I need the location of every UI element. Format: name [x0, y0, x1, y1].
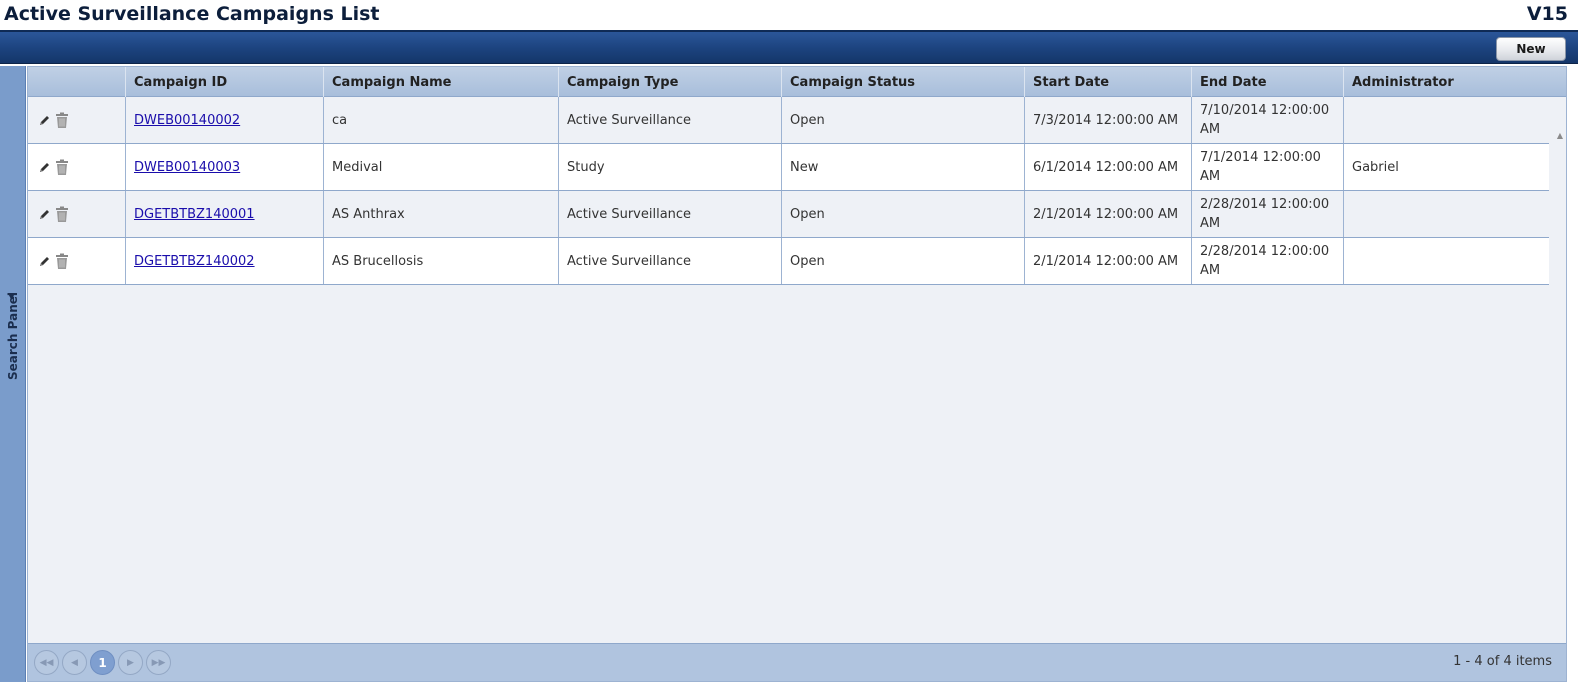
campaign-id-link[interactable]: DGETBTBZ140002 [134, 252, 255, 271]
page-title: Active Surveillance Campaigns List [4, 3, 380, 25]
row-actions [28, 191, 125, 237]
pager-info: 1 - 4 of 4 items [1453, 654, 1552, 669]
campaign-id-cell: DWEB00140003 [125, 144, 323, 190]
column-header-end-date[interactable]: End Date [1191, 67, 1343, 97]
campaign-name-cell: Medival [323, 144, 558, 190]
next-page-icon[interactable]: ▶ [118, 650, 143, 675]
trash-icon[interactable] [54, 253, 70, 270]
campaign-status-cell: New [781, 144, 1024, 190]
campaign-id-link[interactable]: DWEB00140002 [134, 111, 240, 130]
search-panel-label: Search Panel [6, 292, 20, 380]
campaign-status-cell: Open [781, 97, 1024, 143]
administrator-cell [1343, 238, 1549, 284]
pencil-icon[interactable] [38, 161, 51, 174]
first-page-icon[interactable]: ◀◀ [34, 650, 59, 675]
column-header-campaign-type[interactable]: Campaign Type [558, 67, 781, 97]
pager: ◀◀ ◀ 1 ▶ ▶▶ 1 - 4 of 4 items [28, 643, 1566, 681]
scroll-up-arrow-icon[interactable]: ▲ [1557, 131, 1563, 140]
start-date-cell: 2/1/2014 12:00:00 AM [1024, 191, 1191, 237]
table-row: DWEB00140003 Medival Study New 6/1/2014 … [28, 144, 1549, 191]
start-date-cell: 7/3/2014 12:00:00 AM [1024, 97, 1191, 143]
column-header-campaign-id[interactable]: Campaign ID [125, 67, 323, 97]
campaign-id-cell: DGETBTBZ140001 [125, 191, 323, 237]
new-button[interactable]: New [1496, 37, 1566, 61]
campaign-type-cell: Study [558, 144, 781, 190]
campaign-name-cell: AS Anthrax [323, 191, 558, 237]
campaign-id-cell: DWEB00140002 [125, 97, 323, 143]
column-header-campaign-name[interactable]: Campaign Name [323, 67, 558, 97]
table-row: DGETBTBZ140001 AS Anthrax Active Surveil… [28, 191, 1549, 238]
campaign-status-cell: Open [781, 238, 1024, 284]
pencil-icon[interactable] [38, 208, 51, 221]
start-date-cell: 2/1/2014 12:00:00 AM [1024, 238, 1191, 284]
end-date-cell: 7/10/2014 12:00:00 AM [1191, 97, 1343, 143]
trash-icon[interactable] [54, 206, 70, 223]
administrator-cell [1343, 191, 1549, 237]
version-label: V15 [1526, 3, 1568, 25]
title-bar: Active Surveillance Campaigns List V15 [0, 0, 1578, 30]
column-header-start-date[interactable]: Start Date [1024, 67, 1191, 97]
start-date-cell: 6/1/2014 12:00:00 AM [1024, 144, 1191, 190]
end-date-cell: 7/1/2014 12:00:00 AM [1191, 144, 1343, 190]
campaigns-grid: Campaign ID Campaign Name Campaign Type … [27, 66, 1567, 682]
trash-icon[interactable] [54, 112, 70, 129]
pencil-icon[interactable] [38, 255, 51, 268]
campaign-id-cell: DGETBTBZ140002 [125, 238, 323, 284]
trash-icon[interactable] [54, 159, 70, 176]
last-page-icon[interactable]: ▶▶ [146, 650, 171, 675]
previous-page-icon[interactable]: ◀ [62, 650, 87, 675]
administrator-cell [1343, 97, 1549, 143]
search-panel-toggle[interactable]: ▼ Search Panel [0, 66, 26, 682]
table-row: DWEB00140002 ca Active Surveillance Open… [28, 97, 1549, 144]
grid-header: Campaign ID Campaign Name Campaign Type … [28, 67, 1566, 97]
campaign-type-cell: Active Surveillance [558, 238, 781, 284]
page-number-button[interactable]: 1 [90, 650, 115, 675]
row-actions [28, 238, 125, 284]
grid-body: DWEB00140002 ca Active Surveillance Open… [28, 97, 1566, 666]
end-date-cell: 2/28/2014 12:00:00 AM [1191, 238, 1343, 284]
column-header-campaign-status[interactable]: Campaign Status [781, 67, 1024, 97]
row-actions [28, 144, 125, 190]
actions-column-header [28, 67, 125, 97]
campaign-type-cell: Active Surveillance [558, 191, 781, 237]
campaign-id-link[interactable]: DWEB00140003 [134, 158, 240, 177]
table-row: DGETBTBZ140002 AS Brucellosis Active Sur… [28, 238, 1549, 285]
campaign-type-cell: Active Surveillance [558, 97, 781, 143]
campaign-id-link[interactable]: DGETBTBZ140001 [134, 205, 255, 224]
row-actions [28, 97, 125, 143]
administrator-cell: Gabriel [1343, 144, 1549, 190]
campaign-status-cell: Open [781, 191, 1024, 237]
column-header-administrator[interactable]: Administrator [1343, 67, 1566, 97]
end-date-cell: 2/28/2014 12:00:00 AM [1191, 191, 1343, 237]
toolbar: New [0, 30, 1578, 64]
pencil-icon[interactable] [38, 114, 51, 127]
campaign-name-cell: ca [323, 97, 558, 143]
campaign-name-cell: AS Brucellosis [323, 238, 558, 284]
